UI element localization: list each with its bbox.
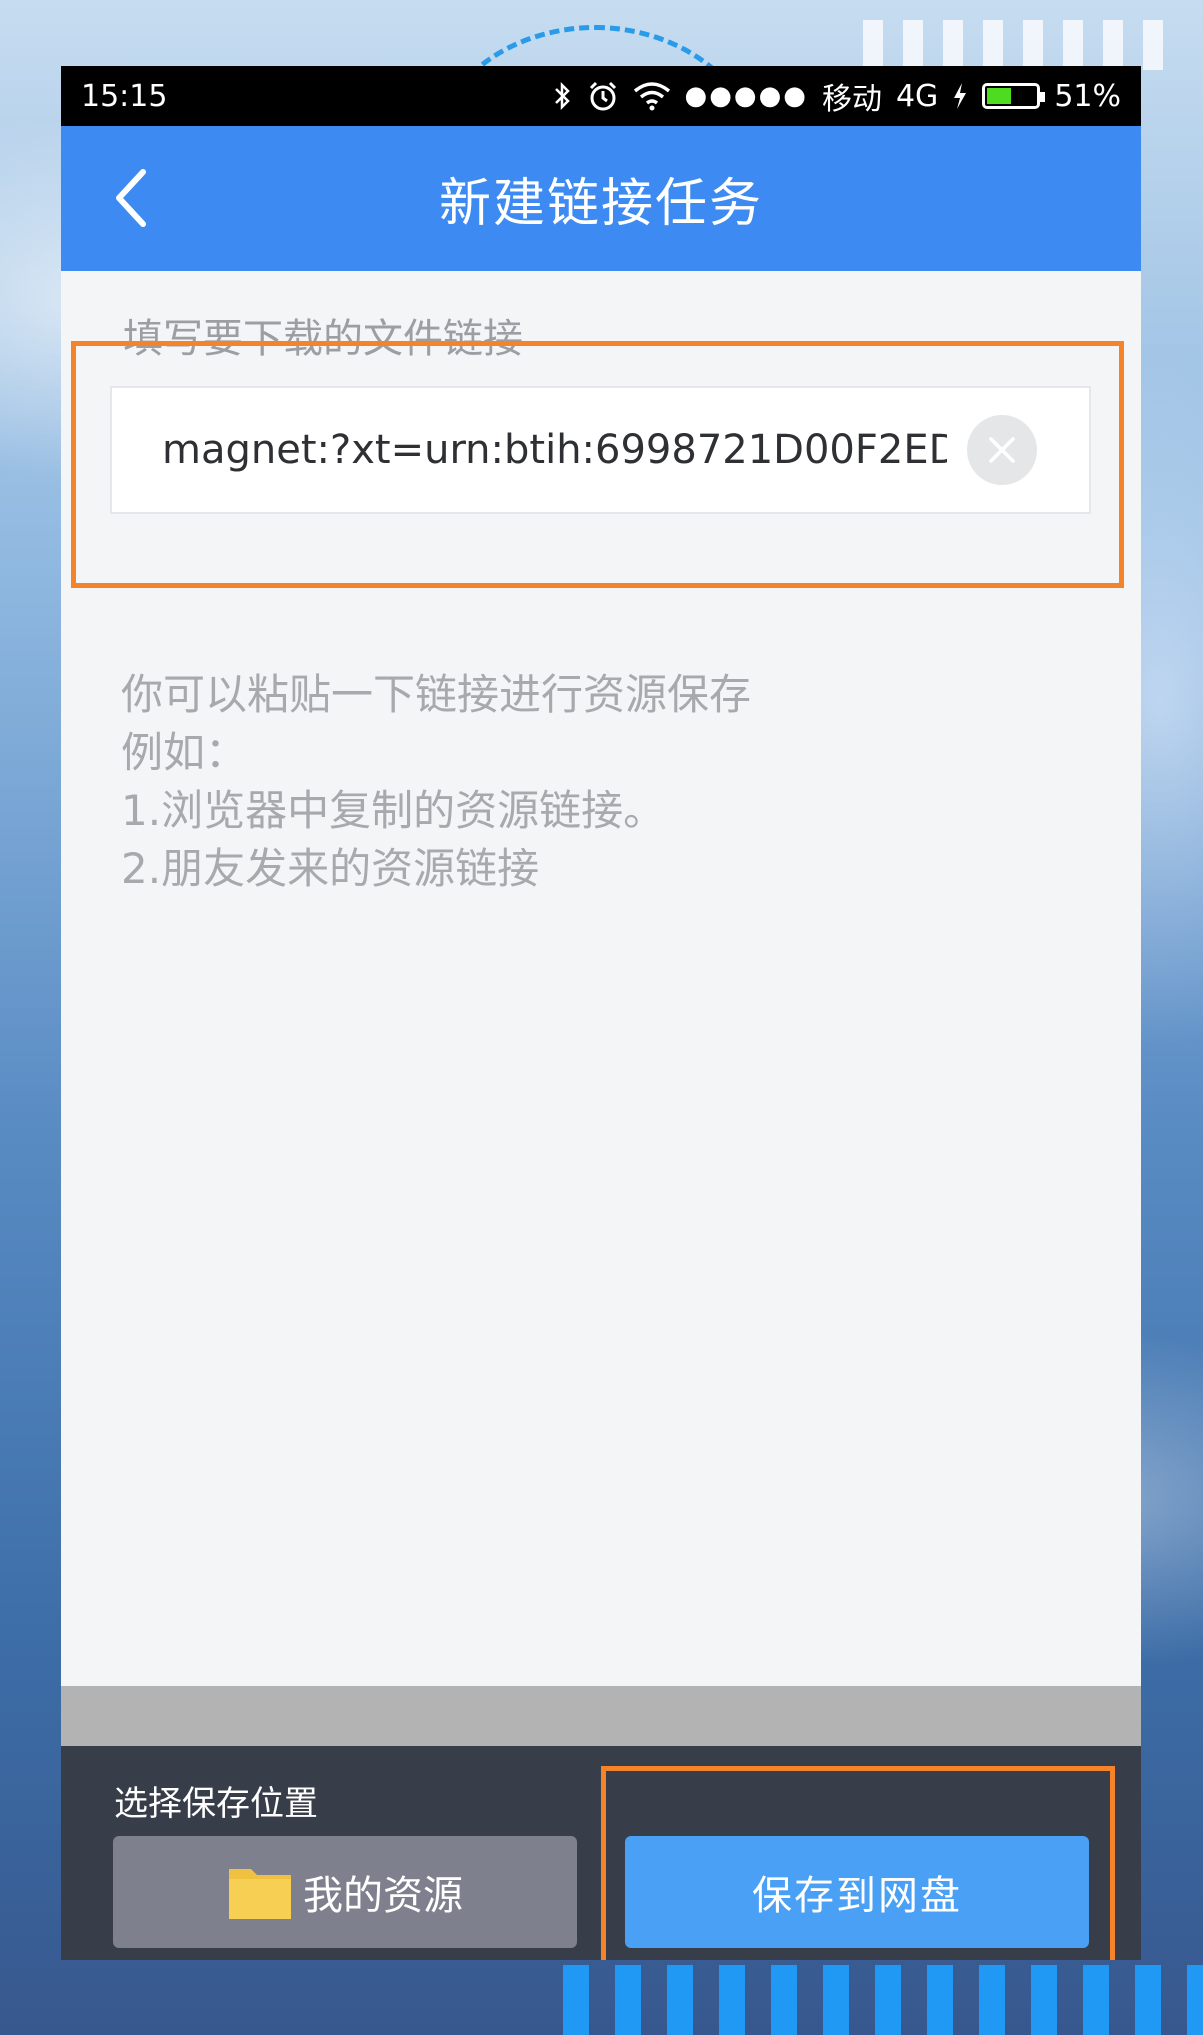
carrier-label: 移动 bbox=[821, 82, 882, 117]
folder-icon bbox=[229, 1869, 291, 1919]
hint-line: 2.朋友发来的资源链接 bbox=[121, 844, 540, 893]
battery-percent: 51% bbox=[1054, 78, 1121, 114]
chevron-left-icon bbox=[116, 169, 146, 227]
network-type: 4G bbox=[895, 78, 939, 114]
phone-screen: 15:15 ●●●●● 移动 4G 51% 新建链接任务 填写要下载的文件链接 … bbox=[61, 66, 1141, 1960]
back-button[interactable] bbox=[101, 166, 161, 230]
hint-line: 1.浏览器中复制的资源链接。 bbox=[121, 786, 666, 835]
charging-icon bbox=[952, 81, 968, 111]
battery-level-fill bbox=[987, 88, 1012, 104]
battery-icon bbox=[982, 83, 1046, 109]
clear-input-button[interactable] bbox=[967, 415, 1037, 485]
close-icon bbox=[989, 437, 1015, 463]
my-resources-label: 我的资源 bbox=[303, 1873, 463, 1919]
usage-hint: 你可以粘贴一下链接进行资源保存 例如： 1.浏览器中复制的资源链接。 2.朋友发… bbox=[121, 666, 751, 898]
my-resources-button[interactable]: 我的资源 bbox=[113, 1836, 577, 1948]
wifi-icon bbox=[633, 81, 671, 111]
status-right: ●●●●● 移动 4G 51% bbox=[553, 74, 1121, 118]
hint-line: 例如： bbox=[121, 728, 248, 777]
title-bar: 新建链接任务 bbox=[61, 126, 1141, 271]
signal-strength: ●●●●● bbox=[684, 81, 808, 111]
link-input-container bbox=[110, 386, 1091, 514]
page-title: 新建链接任务 bbox=[438, 174, 763, 234]
status-time: 15:15 bbox=[81, 78, 168, 114]
status-bar: 15:15 ●●●●● 移动 4G 51% bbox=[61, 66, 1141, 126]
divider-strip bbox=[61, 1686, 1141, 1746]
decor-checker-top bbox=[863, 20, 1183, 70]
save-highlight-frame bbox=[601, 1766, 1115, 1960]
hint-line: 你可以粘贴一下链接进行资源保存 bbox=[121, 670, 752, 719]
link-input[interactable] bbox=[112, 388, 947, 512]
decor-checker-bottom bbox=[563, 1965, 1203, 2035]
bluetooth-icon bbox=[553, 81, 573, 111]
alarm-icon bbox=[587, 80, 619, 112]
save-location-label: 选择保存位置 bbox=[114, 1784, 318, 1824]
